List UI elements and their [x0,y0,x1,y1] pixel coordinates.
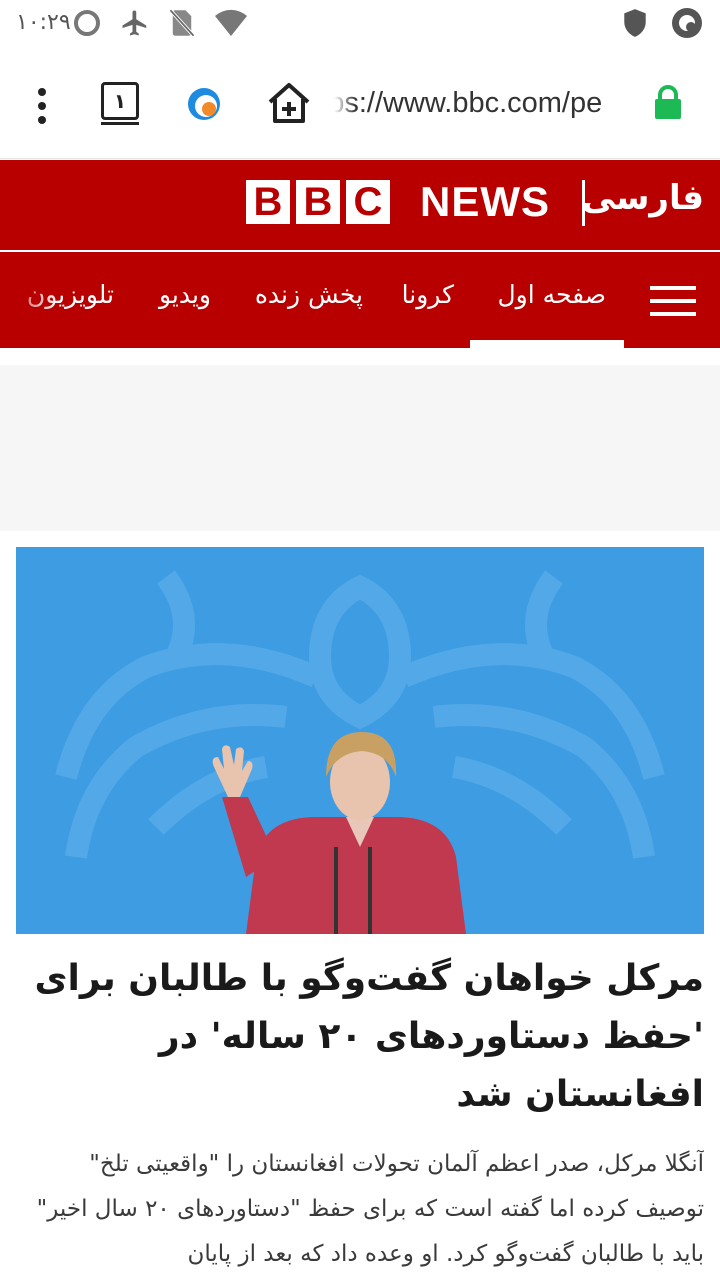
hero-illustration [16,547,704,934]
status-bar: ۱۰:۲۹ [0,0,720,50]
circle-icon [74,10,100,36]
wifi-icon [215,9,247,37]
site-logo-icon[interactable] [186,86,222,122]
article-headline[interactable]: مرکل خواهان گفت‌وگو با طالبان برای 'حفظ … [14,950,704,1124]
nav-bar: صفحه اول کرونا پخش زنده ویدیو تلویزیون [0,252,720,348]
nav-item-video[interactable]: ویدیو [159,280,211,309]
bbc-logo-block: B [246,180,290,224]
status-time: ۱۰:۲۹ [16,10,71,35]
nav-item-live[interactable]: پخش زنده [255,280,363,309]
ad-placeholder [0,365,720,531]
nav-fade [0,252,60,348]
shield-icon [624,9,646,37]
browser-toolbar: ۱ https://www.bbc.com/pe [0,50,720,159]
nav-item-corona[interactable]: کرونا [402,280,454,309]
bbc-logo-block: B [296,180,340,224]
bbc-header: B B C NEWS فارسی [0,160,720,250]
more-vert-icon[interactable] [30,86,54,126]
no-sim-icon [169,9,195,37]
lock-icon [655,85,681,119]
bbc-logo[interactable]: B B C [246,180,390,224]
tab-count: ۱ [113,89,127,113]
hamburger-icon[interactable] [650,286,696,316]
tabs-button[interactable]: ۱ [101,82,139,125]
airplane-icon [122,10,147,36]
bbc-logo-block: C [346,180,390,224]
url-field[interactable]: https://www.bbc.com/pe [334,80,636,126]
home-icon[interactable] [266,80,312,126]
status-icons-right [622,6,704,40]
article-summary: آنگلا مرکل، صدر اعظم آلمان تحولات افغانس… [36,1151,704,1267]
url-text: https://www.bbc.com/pe [334,87,603,119]
bbc-news-wordmark: NEWS [420,178,550,225]
language-label[interactable]: فارسی [582,178,704,218]
hero-image[interactable] [16,547,704,934]
status-icons-left [72,8,248,38]
nav-active-indicator [470,340,624,348]
app-notification-icon [672,8,702,38]
nav-item-home[interactable]: صفحه اول [497,280,606,309]
